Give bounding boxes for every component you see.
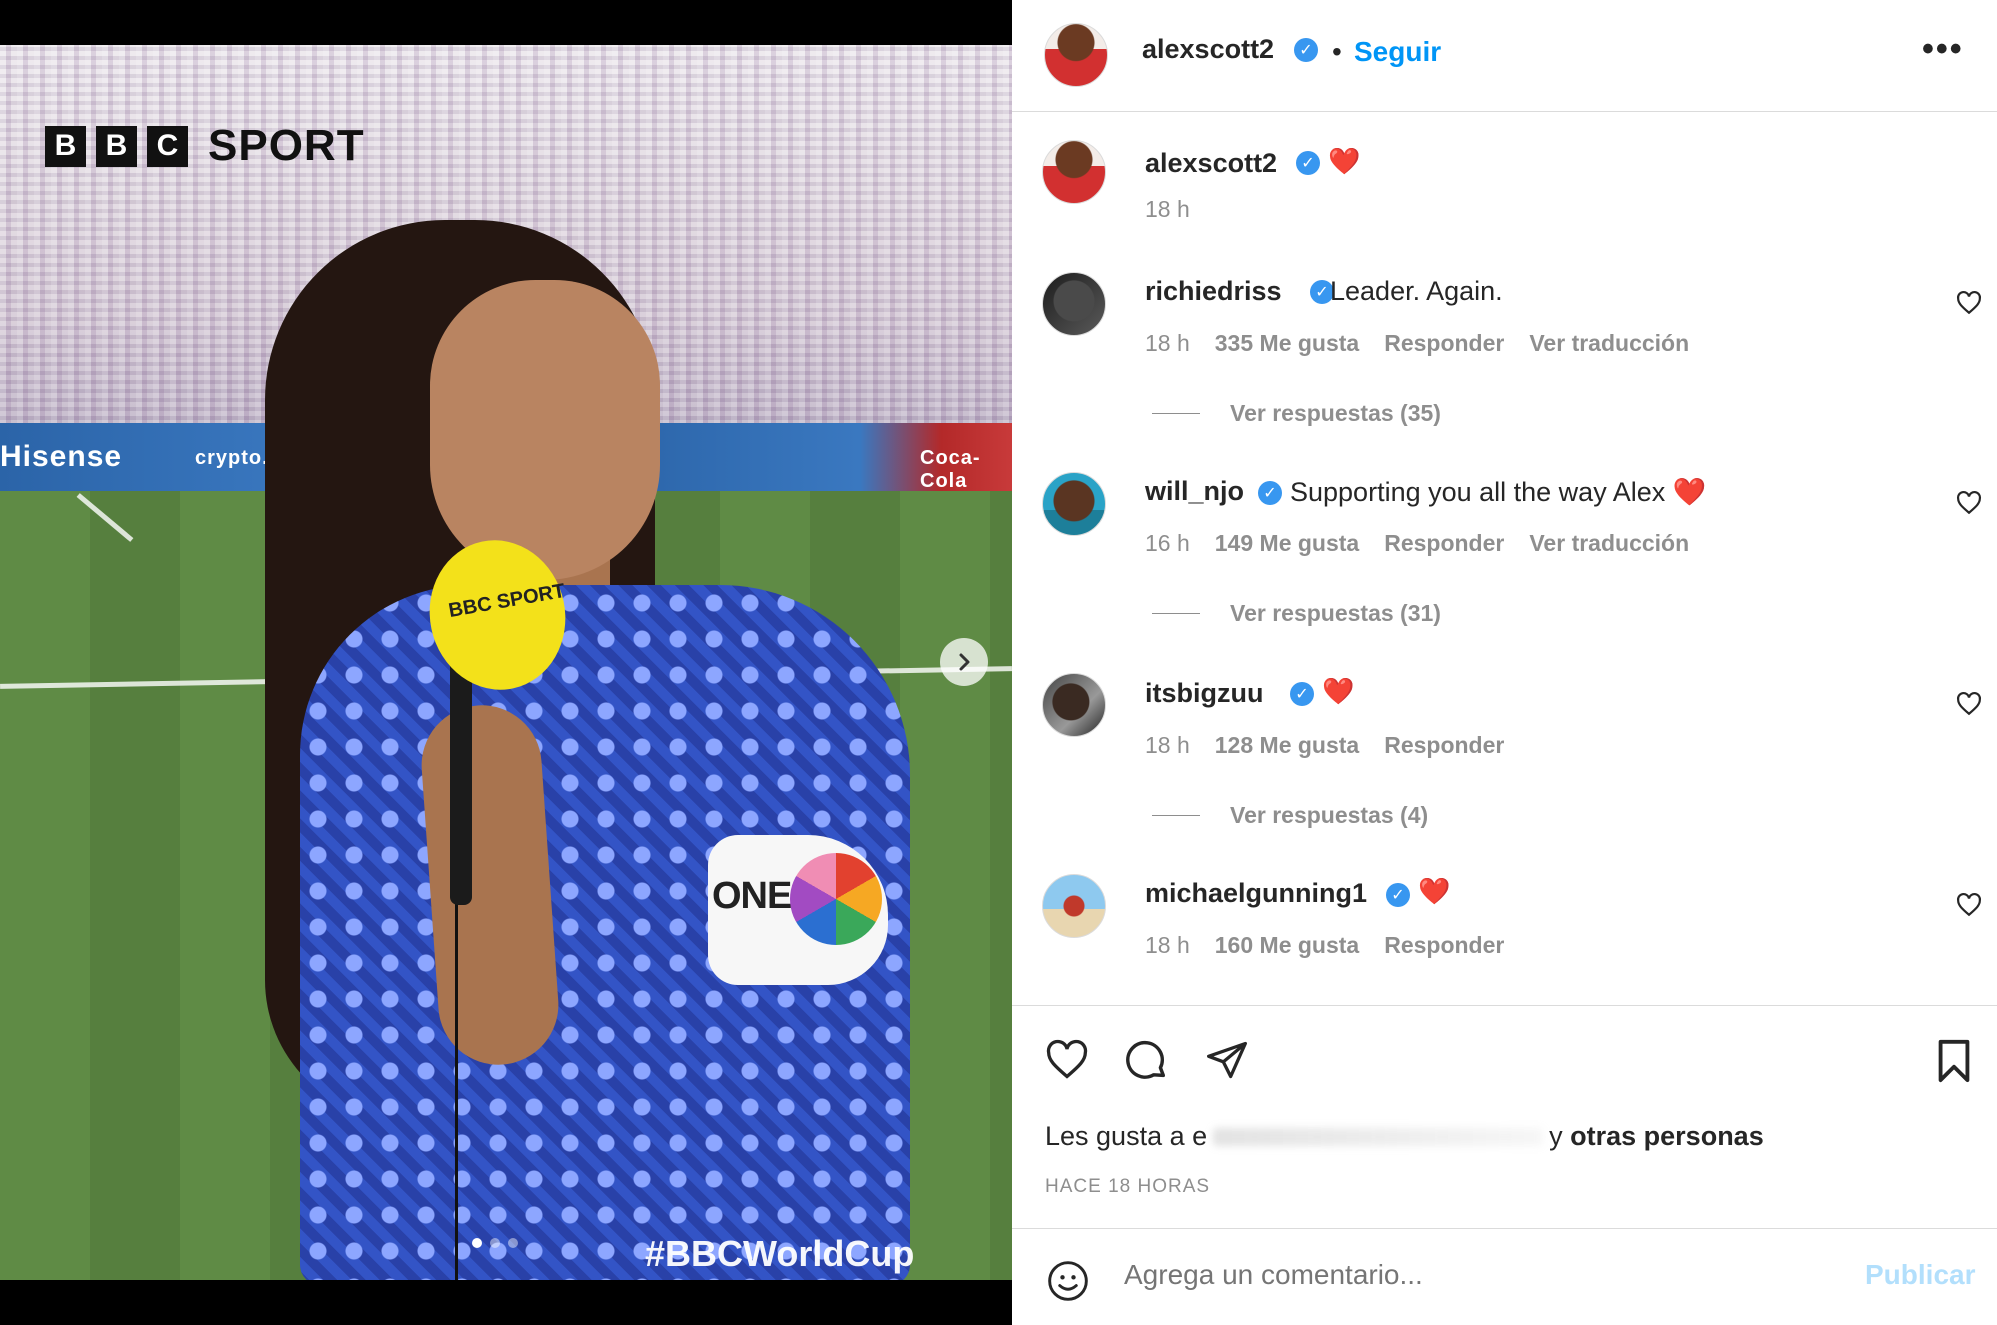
- post-panel: alexscott2 ✓ • Seguir ••• alexscott2 ✓ ❤…: [1012, 0, 1997, 1325]
- comment-text: Supporting you all the way Alex ❤️: [1290, 477, 1707, 507]
- caption-avatar[interactable]: [1042, 140, 1106, 204]
- chevron-right-icon: [959, 653, 970, 671]
- more-options-icon[interactable]: •••: [1922, 30, 1964, 69]
- comment-username[interactable]: michaelgunning1: [1145, 878, 1367, 909]
- post-header: alexscott2 ✓ • Seguir •••: [1012, 0, 1997, 112]
- heart-icon[interactable]: [1044, 1038, 1090, 1082]
- comment-time: 16 h: [1145, 530, 1190, 556]
- bbc-letter: B: [45, 125, 86, 167]
- board-hisense: Hisense: [0, 440, 123, 473]
- onelove-heart-logo: [790, 853, 882, 945]
- post-photo: Hisense crypto.com Coca-Cola ONE BBC SPO…: [0, 45, 1012, 1280]
- comment-avatar[interactable]: [1042, 472, 1106, 536]
- separator-dot: •: [1332, 36, 1342, 67]
- microphone-handle: [450, 645, 472, 905]
- bbc-letter: B: [96, 125, 137, 167]
- verified-badge-icon: ✓: [1386, 883, 1410, 907]
- presenter-face: [430, 280, 660, 580]
- comment-like-icon[interactable]: [1956, 490, 1982, 516]
- carousel-dot[interactable]: [490, 1238, 500, 1248]
- author-avatar[interactable]: [1044, 23, 1108, 87]
- mic-cable: [455, 895, 458, 1280]
- view-replies-label: Ver respuestas (4): [1230, 802, 1429, 828]
- comment-meta: 16 h 149 Me gusta Responder Ver traducci…: [1145, 530, 1689, 557]
- presenter-arm: [417, 701, 563, 1069]
- post-media: Hisense crypto.com Coca-Cola ONE BBC SPO…: [0, 0, 1012, 1325]
- translate-button[interactable]: Ver traducción: [1529, 330, 1689, 357]
- comment-avatar[interactable]: [1042, 272, 1106, 336]
- blurred-names: [1213, 1127, 1544, 1146]
- verified-badge-icon: ✓: [1296, 151, 1320, 175]
- view-replies-label: Ver respuestas (35): [1230, 400, 1441, 426]
- comment-time: 18 h: [1145, 932, 1190, 958]
- carousel-indicator: [472, 1238, 518, 1248]
- comment-meta: 18 h 335 Me gusta Responder Ver traducci…: [1145, 330, 1689, 357]
- comment-meta: 18 h 160 Me gusta Responder: [1145, 932, 1504, 959]
- post-actions: Les gusta a e y otras personas HACE 18 H…: [1012, 1005, 1997, 1230]
- hashtag-overlay: #BBCWorldCup: [645, 1233, 915, 1274]
- publish-button[interactable]: Publicar: [1865, 1259, 1975, 1291]
- comment-bar: Publicar: [1012, 1228, 1997, 1325]
- view-replies-button[interactable]: Ver respuestas (31): [1152, 600, 1441, 627]
- comment-likes[interactable]: 149 Me gusta: [1215, 530, 1359, 557]
- verified-badge-icon: ✓: [1294, 38, 1318, 62]
- caption-username[interactable]: alexscott2: [1145, 148, 1277, 179]
- translate-button[interactable]: Ver traducción: [1529, 530, 1689, 557]
- likes-others[interactable]: otras personas: [1570, 1121, 1764, 1152]
- instagram-post-view: Hisense crypto.com Coca-Cola ONE BBC SPO…: [0, 0, 1997, 1325]
- verified-badge-icon: ✓: [1290, 682, 1314, 706]
- comment-avatar[interactable]: [1042, 673, 1106, 737]
- comment-text: ❤️: [1322, 676, 1355, 706]
- comment-likes[interactable]: 160 Me gusta: [1215, 932, 1359, 959]
- armband-text: ONE: [712, 875, 792, 917]
- comment-icon[interactable]: [1124, 1038, 1170, 1084]
- emoji-icon[interactable]: [1046, 1259, 1090, 1303]
- caption-time-text: 18 h: [1145, 196, 1190, 222]
- bbc-letter: C: [147, 125, 188, 167]
- caption-text: ❤️: [1328, 146, 1361, 176]
- share-icon[interactable]: [1204, 1038, 1250, 1082]
- replies-line: [1152, 413, 1200, 414]
- comment-username[interactable]: richiedriss: [1145, 276, 1282, 307]
- comment-meta: 18 h 128 Me gusta Responder: [1145, 732, 1504, 759]
- bbc-sport-logo: B B C SPORT: [45, 121, 365, 171]
- reply-button[interactable]: Responder: [1384, 932, 1504, 959]
- bookmark-icon[interactable]: [1934, 1038, 1974, 1084]
- comment-likes[interactable]: 335 Me gusta: [1215, 330, 1359, 357]
- comment-like-icon[interactable]: [1956, 892, 1982, 918]
- comment-time: 18 h: [1145, 330, 1190, 356]
- verified-badge-icon: ✓: [1258, 481, 1282, 505]
- comment-likes[interactable]: 128 Me gusta: [1215, 732, 1359, 759]
- post-time-ago: HACE 18 HORAS: [1045, 1176, 1211, 1197]
- comment-input[interactable]: [1124, 1259, 1814, 1291]
- comment-text: ❤️: [1418, 876, 1451, 906]
- replies-line: [1152, 815, 1200, 816]
- carousel-next-button[interactable]: [940, 638, 988, 686]
- likes-middle: y: [1549, 1121, 1563, 1151]
- comment-like-icon[interactable]: [1956, 691, 1982, 717]
- replies-line: [1152, 613, 1200, 614]
- comment-time: 18 h: [1145, 732, 1190, 758]
- author-username[interactable]: alexscott2: [1142, 34, 1274, 65]
- carousel-dot[interactable]: [508, 1238, 518, 1248]
- view-replies-button[interactable]: Ver respuestas (35): [1152, 400, 1441, 427]
- caption-time: 18 h: [1145, 196, 1190, 223]
- follow-button[interactable]: Seguir: [1354, 36, 1441, 68]
- bbc-sport-word: SPORT: [208, 121, 365, 170]
- comment-avatar[interactable]: [1042, 874, 1106, 938]
- comment-username[interactable]: will_njo: [1145, 476, 1244, 507]
- reply-button[interactable]: Responder: [1384, 330, 1504, 357]
- carousel-dot[interactable]: [472, 1238, 482, 1248]
- view-replies-label: Ver respuestas (31): [1230, 600, 1441, 626]
- board-cocacola: Coca-Cola: [920, 447, 981, 492]
- reply-button[interactable]: Responder: [1384, 732, 1504, 759]
- likes-summary[interactable]: Les gusta a e y otras personas: [1045, 1121, 1764, 1152]
- comment-like-icon[interactable]: [1956, 290, 1982, 316]
- likes-prefix: Les gusta a e: [1045, 1121, 1208, 1151]
- comment-username[interactable]: itsbigzuu: [1145, 678, 1263, 709]
- reply-button[interactable]: Responder: [1384, 530, 1504, 557]
- comment-text: Leader. Again.: [1330, 276, 1503, 306]
- view-replies-button[interactable]: Ver respuestas (4): [1152, 802, 1428, 829]
